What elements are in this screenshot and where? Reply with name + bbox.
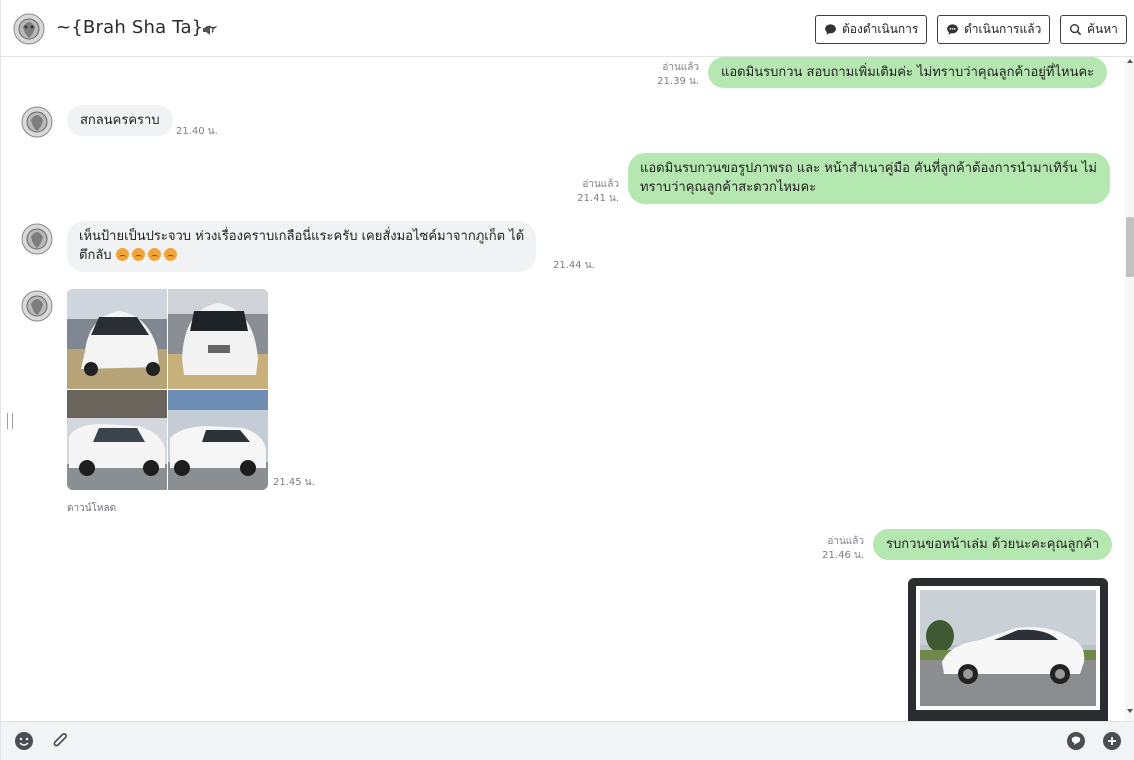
message-line: แอดมินรบกวนขอรูปภาพรถ และ หน้าสำเนาคู่มื…: [640, 161, 1097, 176]
message-list[interactable]: อ่านแล้ว 21.39 น. แอดมินรบกวน สอบถามเพิ่…: [1, 57, 1121, 721]
message-meta: อ่านแล้ว 21.39 น.: [641, 61, 699, 89]
scroll-down-icon[interactable]: [1127, 709, 1133, 713]
scrollbar-thumb[interactable]: [1126, 217, 1134, 277]
crying-face-icon: [147, 248, 161, 261]
outgoing-message[interactable]: แอดมินรบกวนขอรูปภาพรถ และ หน้าสำเนาคู่มื…: [628, 153, 1110, 204]
contact-avatar[interactable]: [13, 11, 45, 47]
plus-icon[interactable]: [1102, 731, 1122, 751]
contact-name: ~{Brah Sha Ta}~: [56, 17, 219, 38]
speaker-icon[interactable]: [201, 22, 217, 38]
message-line: ตึกลับ: [79, 246, 524, 265]
car-photo[interactable]: [920, 590, 1096, 706]
done-button[interactable]: ดำเนินการแล้ว: [937, 15, 1051, 44]
todo-button[interactable]: ต้องดำเนินการ: [815, 15, 928, 44]
paperclip-icon[interactable]: [51, 731, 71, 751]
car-photo[interactable]: [67, 390, 167, 490]
chat-bubble-icon: [947, 24, 958, 35]
message-time: 21.39 น.: [657, 76, 699, 87]
chat-bubble-icon[interactable]: [1066, 731, 1086, 751]
incoming-message[interactable]: เห็นป้ายเป็นประจวบ ห่วงเรื่องคราบเกลือนี…: [67, 221, 537, 272]
message-meta: อ่านแล้ว 21.41 น.: [561, 178, 619, 206]
contact-avatar[interactable]: [21, 288, 53, 324]
search-icon: [1069, 23, 1082, 36]
scroll-up-icon[interactable]: [1127, 59, 1133, 63]
read-status: อ่านแล้ว: [582, 179, 619, 190]
chat-bubble-icon: [825, 24, 836, 35]
crying-face-icon: [163, 248, 177, 261]
contact-avatar[interactable]: [21, 104, 53, 140]
message-line: เห็นป้ายเป็นประจวบ ห่วงเรื่องคราบเกลือนี…: [79, 229, 525, 244]
message-time: 21.46 น.: [822, 550, 864, 561]
outgoing-image-message[interactable]: [908, 578, 1108, 721]
outgoing-message[interactable]: แอดมินรบกวน สอบถามเพิ่มเติมค่ะ ไม่ทราบว่…: [708, 57, 1108, 88]
image-frame: [916, 586, 1100, 710]
resize-handle[interactable]: [7, 413, 13, 429]
search-button[interactable]: ค้นหา: [1060, 15, 1127, 44]
photo-grid[interactable]: [67, 289, 268, 490]
message-meta: อ่านแล้ว 21.46 น.: [806, 535, 864, 563]
download-link[interactable]: ดาวน์โหลด: [67, 501, 116, 516]
car-photo[interactable]: [168, 289, 268, 389]
chat-window: ~{Brah Sha Ta}~ ต้องดำเนินการ ดำเนินการแ…: [0, 0, 1134, 760]
message-time: 21.44 น.: [553, 260, 595, 271]
todo-label: ต้องดำเนินการ: [842, 22, 919, 36]
read-status: อ่านแล้ว: [827, 536, 864, 547]
read-status: อ่านแล้ว: [662, 62, 699, 73]
done-label: ดำเนินการแล้ว: [964, 22, 1042, 36]
car-photo[interactable]: [168, 390, 268, 490]
smiley-icon[interactable]: [14, 731, 34, 751]
composer-bar: [1, 721, 1134, 760]
chat-header: ~{Brah Sha Ta}~ ต้องดำเนินการ ดำเนินการแ…: [1, 0, 1134, 57]
message-time: 21.40 น.: [176, 126, 218, 137]
car-photo[interactable]: [67, 289, 167, 389]
crying-face-icon: [115, 248, 129, 261]
message-time: 21.45 น.: [273, 477, 315, 488]
search-label: ค้นหา: [1087, 22, 1118, 36]
message-line: ทราบว่าคุณลูกค้าสะดวกไหมคะ: [640, 180, 817, 195]
incoming-message[interactable]: สกลนครคราบ: [67, 105, 173, 136]
message-scrollbar[interactable]: [1125, 57, 1134, 721]
outgoing-message[interactable]: รบกวนขอหน้าเล่ม ด้วยนะคะคุณลูกค้า: [873, 529, 1113, 560]
crying-face-icon: [131, 248, 145, 261]
message-time: 21.41 น.: [577, 193, 619, 204]
contact-avatar[interactable]: [21, 221, 53, 257]
